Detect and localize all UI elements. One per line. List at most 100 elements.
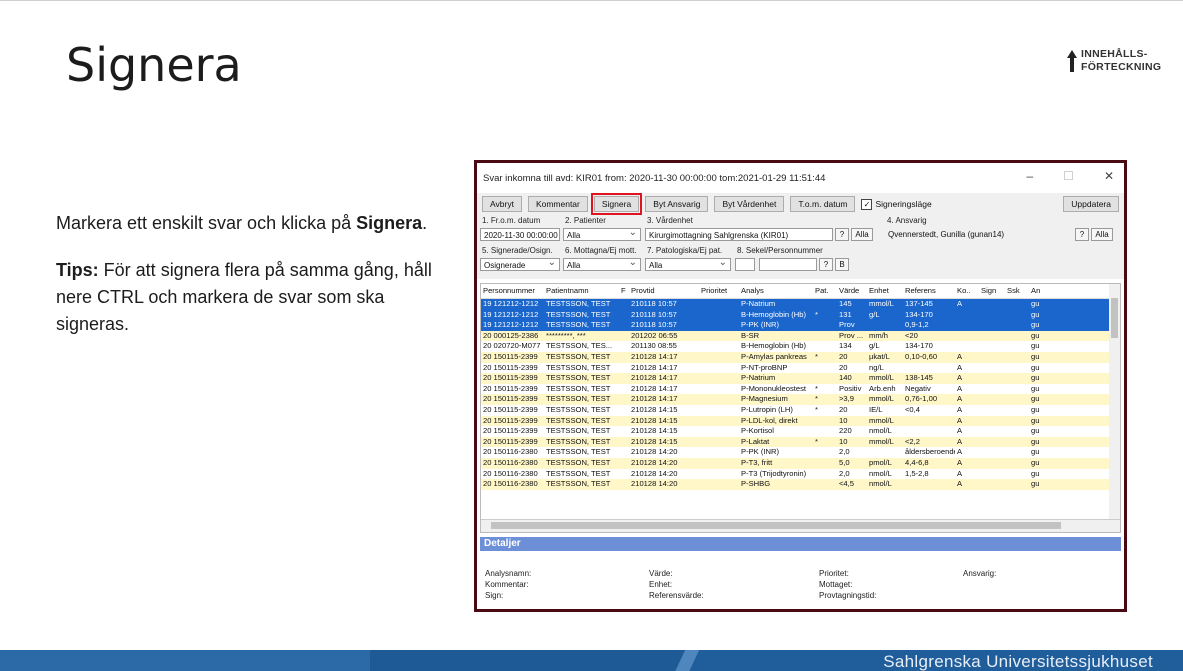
vardenhet-search-button[interactable]: ? [835,228,849,241]
table-cell: 210128 14:17 [631,351,678,361]
scroll-thumb[interactable] [1111,298,1118,338]
table-cell [619,310,629,321]
column-header[interactable]: Sign [979,284,1005,298]
toc-label: INNEHÅLLS- FÖRTECKNING [1081,48,1161,74]
table-cell: 19 121212-1212 [483,309,539,319]
table-cell: P-Laktat [741,436,770,446]
table-cell: TESTSSON, TEST [546,383,611,393]
table-row[interactable]: 19 121212-1212 TESTSSON, TEST 210118 10:57… [481,309,1120,321]
table-row[interactable]: 20 150115-2399 TESTSSON, TEST 210128 14:17… [481,383,1120,395]
table-cell [867,320,903,331]
avbryt-button[interactable]: Avbryt [482,196,522,212]
ansvarig-search-button[interactable]: ? [1075,228,1089,241]
toc-link[interactable]: INNEHÅLLS- FÖRTECKNING [1067,48,1161,74]
detail-prioritet: Prioritet: [819,569,849,578]
table-row[interactable]: 20 150115-2399 TESTSSON, TEST 210128 14:15… [481,415,1120,427]
signeringslage-label: Signeringsläge [875,199,932,209]
table-cell: mmol/L [869,394,894,404]
byt-vardenhet-button[interactable]: Byt Vårdenhet [714,196,785,212]
table-cell [813,416,837,427]
from-date-input[interactable]: 2020-11-30 00:00:00 [480,228,560,241]
table-cell [699,363,739,374]
table-row[interactable]: 20 150115-2399 TESTSSON, TEST 210128 14:17… [481,351,1120,363]
table-row[interactable]: 20 150116-2380 TESTSSON, TEST 210128 14:20… [481,457,1120,469]
column-header[interactable]: Personnummer [481,284,544,298]
column-header[interactable]: Ssk [1005,284,1029,298]
table-row[interactable]: 20 150116-2380 TESTSSON, TEST 210128 14:20… [481,479,1120,490]
column-header[interactable]: Analys [739,284,813,298]
table-cell [1005,363,1029,374]
column-header[interactable]: An [1029,284,1051,298]
table-cell: 20 150116-2380 [483,457,538,467]
table-cell: 137-145 [905,299,933,308]
table-cell [979,394,1005,405]
tom-datum-button[interactable]: T.o.m. datum [790,196,856,212]
column-header[interactable]: Pat. [813,284,837,298]
table-cell: 210118 10:57 [631,309,677,319]
table-row[interactable]: 19 121212-1212 TESTSSON, TEST 210118 10:57… [481,320,1120,331]
table-cell [699,310,739,321]
minimize-button[interactable]: – [1026,169,1033,183]
vardenhet-input[interactable]: Kirurgimottagning Sahlgrenska (KIR01) [645,228,833,241]
table-row[interactable]: 20 150115-2399 TESTSSON, TEST 210128 14:15… [481,426,1120,437]
table-row[interactable]: 20 150115-2399 TESTSSON, TEST 210128 14:15… [481,404,1120,416]
byt-ansvarig-button[interactable]: Byt Ansvarig [645,196,709,212]
table-cell: P-T3, fritt [741,457,773,467]
scroll-thumb[interactable] [491,522,1061,529]
mottagna-select[interactable]: Alla [563,258,641,271]
personnummer-input[interactable] [759,258,817,271]
table-row[interactable]: 20 150115-2399 TESTSSON, TEST 210128 14:17… [481,362,1120,374]
table-cell: IE/L [869,404,883,414]
table-cell: mmol/L [869,373,894,383]
close-button[interactable]: ✕ [1104,169,1114,183]
sekel-input[interactable] [735,258,755,271]
patienter-select[interactable]: Alla [563,228,641,241]
table-cell [1005,405,1029,416]
patologiska-select[interactable]: Alla [645,258,731,271]
table-cell: P-T3 (Trijodtyronin) [741,468,807,478]
table-row[interactable]: 20 020720-M077 TESTSSON, TES... 201130 08:… [481,341,1120,352]
table-cell: 20 150115-2399 [483,362,538,372]
column-header[interactable]: Provtid [629,284,699,298]
signerade-select[interactable]: Osignerade [480,258,560,271]
kommentar-button[interactable]: Kommentar [527,196,588,212]
table-row[interactable]: 20 150115-2399 TESTSSON, TEST 210128 14:17… [481,373,1120,384]
table-cell: 20 150115-2399 [483,394,538,404]
table-row[interactable]: 20 000125-2386 *********, *** 201202 06:55… [481,330,1120,342]
column-header[interactable]: Prioritet [699,284,739,298]
table-cell: 5,0 [839,457,850,467]
filter-label-vardenhet: 3. Vårdenhet [647,216,693,225]
signeringslage-checkbox[interactable]: ✓ Signeringsläge [861,198,932,210]
signera-button[interactable]: Signera [590,193,643,215]
ansvarig-input[interactable]: Qvennerstedt, Gunilla (gunan14) [885,228,1073,241]
column-header[interactable]: Enhet [867,284,903,298]
table-cell: 210128 14:20 [631,479,678,489]
table-cell: åldersberoende [905,447,955,457]
column-header[interactable]: Patientnamn [544,284,619,298]
table-cell: Prov [839,320,855,330]
column-header[interactable]: Ko.. [955,284,979,298]
table-cell [1005,458,1029,469]
horizontal-scrollbar[interactable] [481,519,1120,532]
table-cell: TESTSSON, TEST [546,373,611,383]
table-row[interactable]: 20 150116-2380 TESTSSON, TEST 210128 14:20… [481,447,1120,458]
vardenhet-alla-button[interactable]: Alla [851,228,873,241]
toolbar: Avbryt Kommentar Signera Byt Ansvarig By… [477,193,1124,215]
table-cell: 131 [839,309,852,319]
uppdatera-button[interactable]: Uppdatera [1063,196,1119,212]
table-cell: A [957,479,963,489]
column-header[interactable]: Referens [903,284,955,298]
personnummer-b-button[interactable]: B [835,258,849,271]
table-row[interactable]: 20 150115-2399 TESTSSON, TEST 210128 14:17… [481,394,1120,405]
column-header[interactable]: Värde [837,284,867,298]
maximize-button[interactable]: ☐ [1063,169,1074,183]
table-row[interactable]: 20 150116-2380 TESTSSON, TEST 210128 14:20… [481,468,1120,480]
ansvarig-alla-button[interactable]: Alla [1091,228,1113,241]
table-cell: 10 [839,436,848,446]
personnummer-search-button[interactable]: ? [819,258,833,271]
table-row[interactable]: 20 150115-2399 TESTSSON, TEST 210128 14:15… [481,436,1120,448]
column-header[interactable]: F [619,284,629,298]
table-cell [619,437,629,448]
vertical-scrollbar[interactable] [1109,284,1120,522]
table-row[interactable]: 19 121212-1212 TESTSSON, TEST 210118 10:57… [481,299,1120,310]
